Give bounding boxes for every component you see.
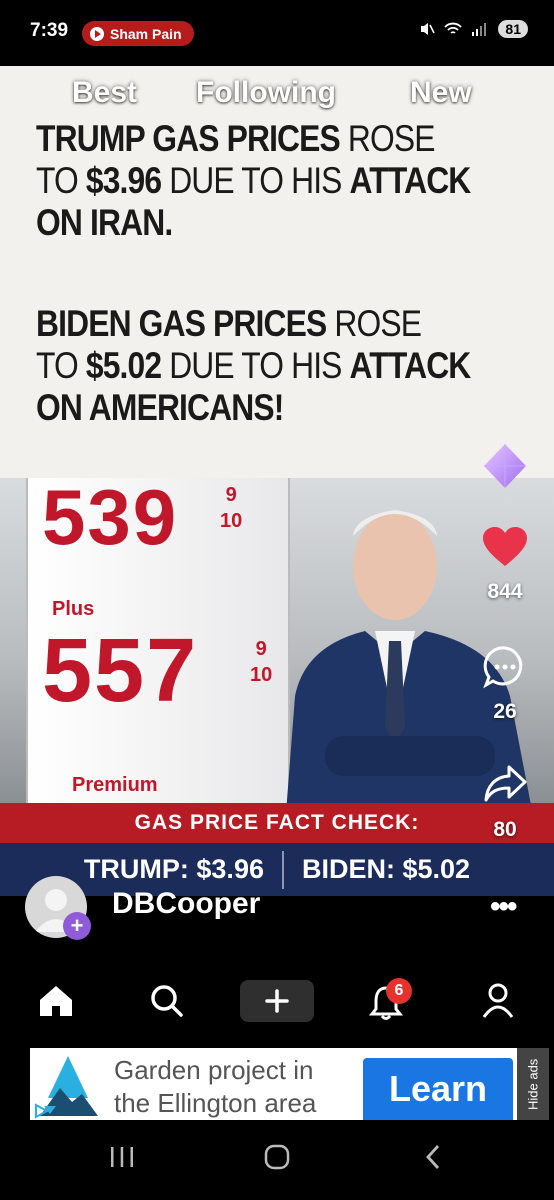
price-digits-plus: 557 [42, 621, 199, 721]
headline-trump: TRUMP GAS PRICES ROSE TO $3.96 DUE TO HI… [36, 118, 471, 244]
fact-divider [281, 850, 284, 889]
price-digits-regular: 539 [42, 473, 179, 561]
comment-icon[interactable] [483, 645, 527, 689]
now-playing-pill[interactable]: Sham Pain [82, 21, 194, 46]
more-options-icon[interactable]: ••• [490, 890, 517, 924]
hide-ads-button[interactable]: Hide ads [517, 1048, 549, 1120]
mute-icon [421, 23, 436, 35]
back-icon[interactable] [420, 1143, 448, 1171]
fact-check-title: GAS PRICE FACT CHECK: [0, 803, 554, 843]
comment-count: 26 [493, 700, 517, 723]
home-icon[interactable] [38, 984, 74, 1018]
like-heart-icon[interactable] [482, 526, 528, 568]
ad-text: Garden project in the Ellington area [114, 1055, 317, 1118]
now-playing-label: Sham Pain [110, 25, 182, 42]
status-icons: 81 [419, 20, 528, 38]
gas-price-sign: 539 9 10 Plus 557 9 10 Premium [26, 473, 290, 810]
plus-icon [265, 989, 289, 1013]
sign-label-plus: Plus [52, 598, 95, 620]
share-count: 80 [493, 818, 517, 841]
profile-icon[interactable] [482, 983, 514, 1019]
notification-badge: 6 [386, 978, 412, 1004]
headline-biden: BIDEN GAS PRICES ROSE TO $5.02 DUE TO HI… [36, 303, 471, 429]
ad-banner[interactable]: Garden project in the Ellington area Lea… [30, 1048, 517, 1120]
battery-indicator: 81 [498, 20, 528, 38]
sign-label-premium: Premium [72, 774, 158, 796]
fact-trump: TRUMP: $3.96 [83, 854, 264, 884]
author-name[interactable]: DBCooper [112, 887, 260, 921]
play-icon [90, 26, 104, 41]
home-button-icon[interactable] [263, 1143, 291, 1171]
tab-best[interactable]: Best [72, 76, 137, 110]
wifi-icon [444, 22, 463, 34]
fact-biden: BIDEN: $5.02 [301, 854, 471, 884]
signal-icon [472, 23, 487, 36]
create-post-button[interactable] [240, 980, 314, 1022]
search-icon[interactable] [150, 984, 184, 1018]
follow-plus-button[interactable]: + [63, 912, 91, 940]
price-fraction: 9 10 [220, 484, 243, 532]
status-bar: 7:39 Sham Pain 81 [0, 0, 554, 66]
status-time: 7:39 [30, 20, 69, 41]
fact-check-values: TRUMP: $3.96 BIDEN: $5.02 [0, 843, 554, 896]
gem-icon[interactable] [482, 442, 528, 490]
price-fraction-plus: 9 10 [250, 638, 273, 686]
tab-new[interactable]: New [410, 76, 472, 110]
tab-following[interactable]: Following [196, 76, 336, 110]
post-image[interactable]: TRUMP GAS PRICES ROSE TO $3.96 DUE TO HI… [0, 66, 554, 896]
share-icon[interactable] [483, 764, 527, 804]
ad-learn-button[interactable]: Learn [363, 1058, 513, 1120]
like-count: 844 [487, 580, 523, 603]
recent-apps-icon[interactable] [108, 1143, 136, 1171]
adchoices-icon[interactable] [32, 1102, 50, 1120]
